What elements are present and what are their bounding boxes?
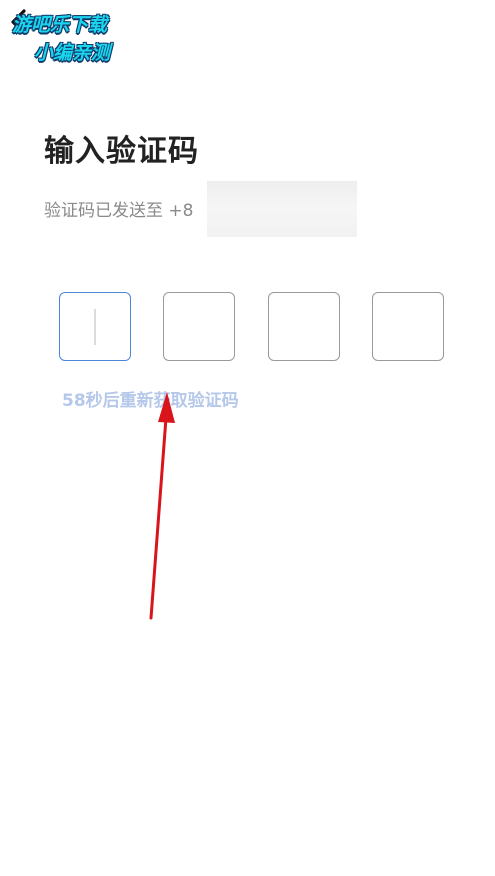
text-caret — [94, 309, 96, 345]
watermark-line-1: 游吧乐下载 — [12, 14, 108, 36]
annotation-arrow-shaft — [149, 416, 168, 620]
code-input-2[interactable] — [163, 292, 235, 361]
watermark-logo: 游吧乐下载 小编亲测 — [12, 10, 147, 68]
code-input-4[interactable] — [372, 292, 444, 361]
phone-number-mask — [207, 181, 357, 237]
code-input-1[interactable] — [59, 292, 131, 361]
page-title: 输入验证码 — [44, 134, 199, 169]
sent-to-text: 验证码已发送至 +8 — [44, 201, 194, 221]
code-input-3[interactable] — [268, 292, 340, 361]
resend-countdown-link[interactable]: 58秒后重新获取验证码 — [62, 386, 239, 411]
watermark-line-2: 小编亲测 — [34, 42, 111, 64]
